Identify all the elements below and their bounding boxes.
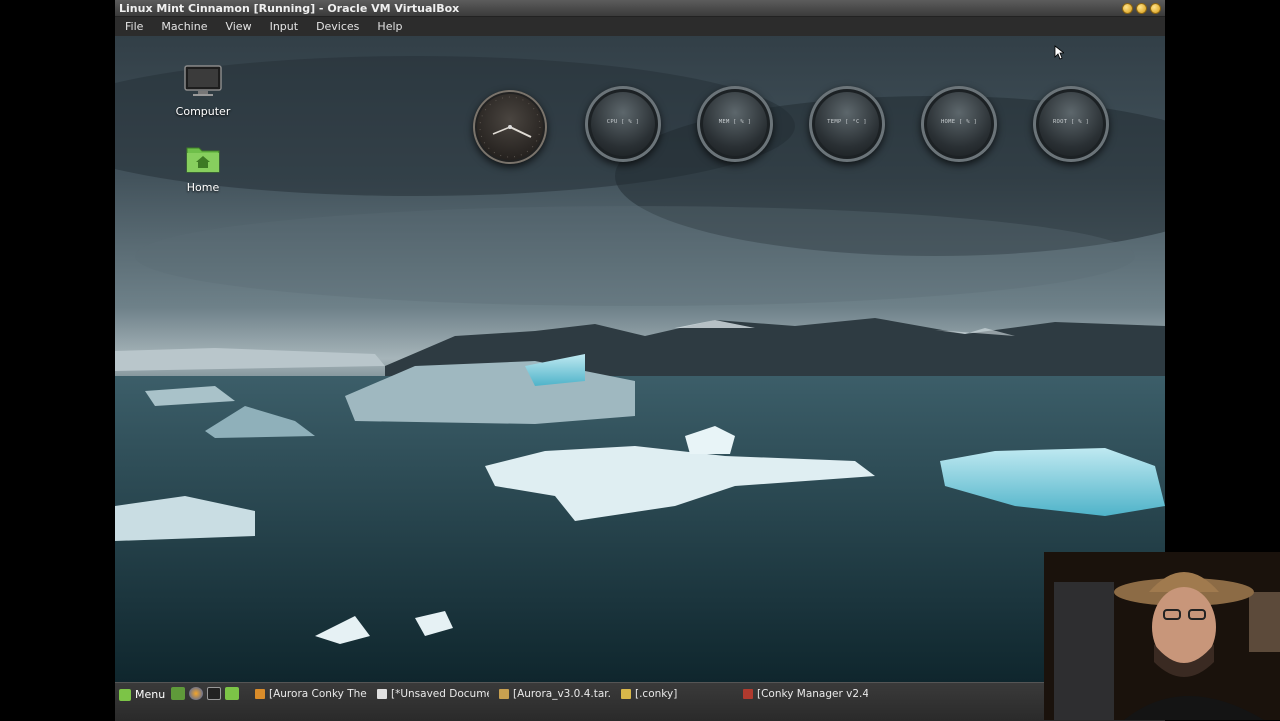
firefox-icon (255, 688, 265, 699)
menu-machine[interactable]: Machine (152, 17, 216, 36)
menu-devices[interactable]: Devices (307, 17, 368, 36)
taskbar-task-aurora-theme[interactable]: [Aurora Conky Them... (255, 685, 367, 702)
conky-gauge-temp: TEMP [ °C ] (809, 86, 885, 162)
desktop-icon-computer[interactable]: Computer (163, 64, 243, 118)
maximize-button[interactable] (1136, 3, 1147, 14)
taskbar-panel: Menu [Aurora Conky Them... [*Unsaved Doc… (115, 682, 1165, 721)
window-titlebar[interactable]: Linux Mint Cinnamon [Running] - Oracle V… (115, 0, 1165, 17)
text-editor-icon (377, 688, 387, 699)
menu-file[interactable]: File (115, 17, 152, 36)
minimize-button[interactable] (1122, 3, 1133, 14)
conky-gauge-mem: MEM [ % ] (697, 86, 773, 162)
conky-clock (473, 90, 547, 164)
taskbar-task-conky-folder[interactable]: [.conky] (621, 685, 733, 702)
desktop-icon-home[interactable]: Home (163, 142, 243, 194)
start-menu-label: Menu (135, 688, 166, 701)
menu-input[interactable]: Input (261, 17, 307, 36)
folder-icon (621, 688, 631, 699)
task-label: [Aurora_v3.0.4.tar.g... (513, 687, 611, 700)
gauge-label: HOME [ % ] (940, 119, 978, 125)
desktop-icon-label: Computer (175, 105, 231, 118)
webcam-person-image (1044, 552, 1280, 720)
menu-bar: File Machine View Input Devices Help (115, 17, 1165, 36)
task-label: [.conky] (635, 687, 678, 700)
desktop[interactable]: Computer Home CPU [ % ] MEM [ % ] TEMP [… (115, 36, 1165, 682)
conky-gauge-home: HOME [ % ] (921, 86, 997, 162)
computer-icon (184, 65, 222, 96)
close-button[interactable] (1150, 3, 1161, 14)
task-label: [Conky Manager v2.4] (757, 687, 868, 700)
terminal-icon[interactable] (207, 687, 221, 700)
gauge-label: CPU [ % ] (606, 119, 640, 125)
mouse-cursor-icon (1054, 45, 1064, 60)
task-label: [*Unsaved Docume... (391, 687, 489, 700)
conky-manager-icon (743, 688, 753, 699)
start-menu-button[interactable]: Menu (119, 686, 165, 703)
menu-help[interactable]: Help (368, 17, 411, 36)
gauge-label: ROOT [ % ] (1052, 119, 1090, 125)
taskbar-task-conky-manager[interactable]: [Conky Manager v2.4] (743, 685, 868, 702)
conky-gauge-cpu: CPU [ % ] (585, 86, 661, 162)
conky-gauge-root: ROOT [ % ] (1033, 86, 1109, 162)
gauge-label: TEMP [ °C ] (827, 119, 867, 125)
gauge-label: MEM [ % ] (718, 119, 752, 125)
show-desktop-icon[interactable] (171, 687, 185, 700)
webcam-overlay (1044, 552, 1280, 720)
menu-view[interactable]: View (216, 17, 260, 36)
firefox-icon[interactable] (189, 687, 203, 700)
home-folder-icon (186, 147, 220, 173)
desktop-icon-label: Home (186, 181, 220, 194)
task-label: [Aurora Conky Them... (269, 687, 367, 700)
virtualbox-window: Linux Mint Cinnamon [Running] - Oracle V… (115, 0, 1165, 721)
files-icon[interactable] (225, 687, 239, 700)
taskbar-task-aurora-archive[interactable]: [Aurora_v3.0.4.tar.g... (499, 685, 611, 702)
mint-logo-icon (119, 688, 131, 701)
taskbar-task-unsaved-document[interactable]: [*Unsaved Docume... (377, 685, 489, 702)
window-title: Linux Mint Cinnamon [Running] - Oracle V… (119, 2, 460, 15)
clock-hands-icon (479, 96, 541, 158)
archive-icon (499, 688, 509, 699)
